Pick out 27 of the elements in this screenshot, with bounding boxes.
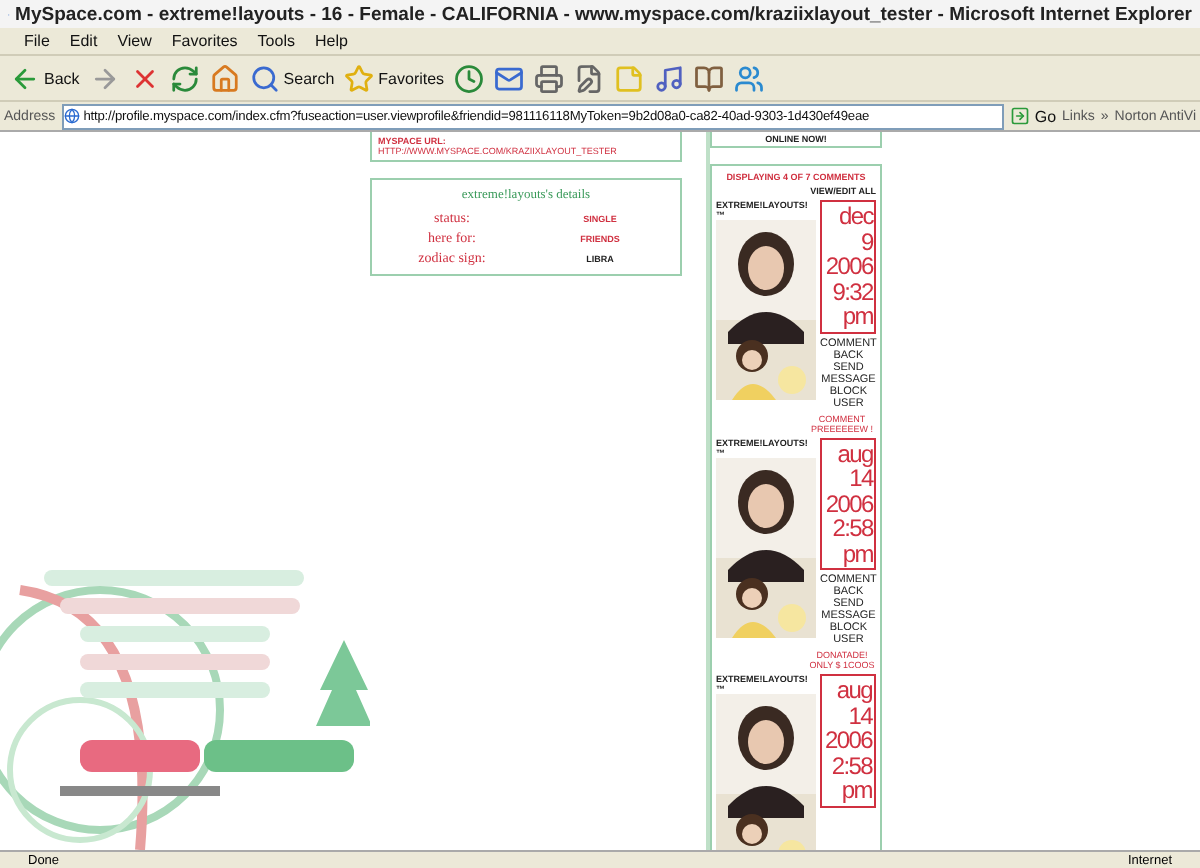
page-icon — [63, 108, 80, 124]
book-icon[interactable] — [694, 63, 725, 93]
toolbar-button[interactable]: Back — [10, 63, 80, 93]
refresh-icon[interactable] — [169, 63, 200, 93]
edit-icon[interactable] — [574, 63, 605, 93]
menu-item[interactable]: Help — [314, 32, 348, 50]
toolbar-button[interactable]: Search — [249, 63, 335, 93]
clock-icon[interactable] — [454, 63, 485, 93]
home-icon[interactable] — [209, 63, 240, 93]
search-icon — [249, 63, 280, 93]
comment-date: dec 9 2006 9:32 pm — [820, 200, 877, 333]
toolbar-button[interactable]: Favorites — [344, 63, 445, 93]
forward-arrow-icon[interactable] — [89, 63, 120, 93]
comment-date: aug 14 2006 2:58 pm — [820, 674, 876, 807]
menu-item[interactable]: Favorites — [171, 32, 238, 50]
music-icon[interactable] — [654, 63, 685, 93]
menu-item[interactable]: File — [24, 32, 50, 50]
menu-item[interactable]: Edit — [69, 32, 98, 50]
menu-item[interactable]: Tools — [257, 32, 295, 50]
comment-date: aug 14 2006 2:58 pm — [820, 437, 877, 570]
people-icon[interactable] — [734, 63, 765, 93]
printer-icon[interactable] — [534, 63, 565, 93]
window-title: MySpace.com - extreme!layouts - 16 - Female - CALIFORNIA - www.myspace.com/kraziixlayout_tester - Microsoft Internet Explorer — [15, 3, 1192, 25]
star-icon — [344, 63, 375, 93]
mail-icon[interactable] — [494, 63, 525, 93]
go-button[interactable]: Go — [1010, 106, 1057, 126]
menu-item[interactable]: View — [117, 32, 152, 50]
